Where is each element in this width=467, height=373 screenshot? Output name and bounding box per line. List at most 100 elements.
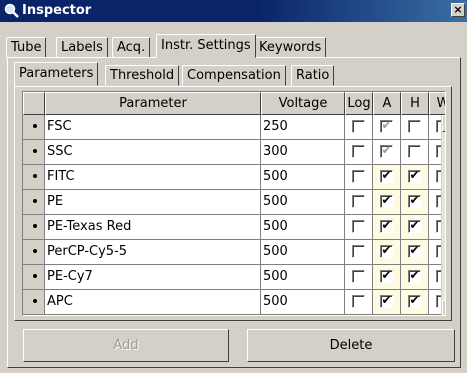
a-checkbox-cell[interactable]: ✔ (373, 240, 401, 265)
a-checkbox[interactable]: ✔ (379, 268, 393, 283)
log-checkbox[interactable] (351, 220, 365, 233)
voltage-cell[interactable]: 250 (261, 115, 345, 140)
row-selector[interactable] (23, 115, 45, 140)
h-checkbox[interactable]: ✔ (407, 168, 421, 183)
parameter-cell[interactable]: APC (45, 290, 261, 315)
log-checkbox-cell[interactable] (345, 115, 373, 140)
row-selector[interactable] (23, 265, 45, 290)
parameter-cell[interactable]: SSC (45, 140, 261, 165)
a-checkbox-cell[interactable]: ✔ (373, 165, 401, 190)
voltage-cell[interactable]: 500 (261, 240, 345, 265)
check-icon: ✔ (381, 143, 392, 157)
a-checkbox[interactable]: ✔ (379, 218, 393, 233)
parameter-cell[interactable]: PE-Texas Red (45, 215, 261, 240)
delete-button[interactable]: Delete (247, 329, 455, 362)
h-checkbox-cell[interactable]: ✔ (401, 265, 429, 290)
h-checkbox-cell[interactable] (401, 115, 429, 140)
h-checkbox[interactable] (407, 145, 421, 158)
column-header-a[interactable]: A (373, 92, 401, 115)
a-checkbox-cell[interactable]: ✔ (373, 140, 401, 165)
a-checkbox-cell[interactable]: ✔ (373, 265, 401, 290)
log-checkbox[interactable] (351, 120, 365, 133)
close-button[interactable]: × (451, 3, 465, 17)
vertical-scrollbar[interactable]: ▲ ▼ (441, 115, 445, 315)
column-header-parameter[interactable]: Parameter (45, 92, 261, 115)
a-checkbox[interactable]: ✔ (379, 293, 393, 308)
h-checkbox-cell[interactable]: ✔ (401, 190, 429, 215)
a-checkbox-cell[interactable]: ✔ (373, 190, 401, 215)
h-checkbox-cell[interactable]: ✔ (401, 240, 429, 265)
h-checkbox[interactable]: ✔ (407, 268, 421, 283)
row-marker-icon (33, 224, 37, 228)
row-marker-icon (33, 124, 37, 128)
scroll-up-button[interactable]: ▲ (442, 115, 445, 132)
log-checkbox-cell[interactable] (345, 240, 373, 265)
a-checkbox[interactable]: ✔ (379, 143, 393, 158)
log-checkbox-cell[interactable] (345, 190, 373, 215)
column-header-h[interactable]: H (401, 92, 429, 115)
log-checkbox[interactable] (351, 270, 365, 283)
h-checkbox-cell[interactable] (401, 140, 429, 165)
voltage-cell[interactable]: 500 (261, 190, 345, 215)
h-checkbox[interactable] (407, 120, 421, 133)
title-bar[interactable]: Inspector × (0, 0, 467, 22)
a-checkbox[interactable]: ✔ (379, 243, 393, 258)
h-checkbox[interactable]: ✔ (407, 218, 421, 233)
a-checkbox-cell[interactable]: ✔ (373, 290, 401, 315)
h-checkbox-cell[interactable]: ✔ (401, 215, 429, 240)
a-checkbox[interactable]: ✔ (379, 168, 393, 183)
voltage-cell[interactable]: 500 (261, 165, 345, 190)
column-header-w[interactable]: W (429, 92, 445, 115)
log-checkbox-cell[interactable] (345, 165, 373, 190)
row-selector[interactable] (23, 140, 45, 165)
row-selector[interactable] (23, 240, 45, 265)
a-checkbox[interactable]: ✔ (379, 118, 393, 133)
h-checkbox-cell[interactable]: ✔ (401, 290, 429, 315)
h-checkbox[interactable]: ✔ (407, 243, 421, 258)
row-selector[interactable] (23, 290, 45, 315)
a-checkbox-cell[interactable]: ✔ (373, 215, 401, 240)
subtab-compensation[interactable]: Compensation (182, 65, 286, 86)
column-header-voltage[interactable]: Voltage (261, 92, 345, 115)
row-selector[interactable] (23, 190, 45, 215)
tab-tube[interactable]: Tube (6, 37, 47, 58)
parameter-cell[interactable]: FSC (45, 115, 261, 140)
log-checkbox[interactable] (351, 170, 365, 183)
parameter-cell[interactable]: FITC (45, 165, 261, 190)
a-checkbox[interactable]: ✔ (379, 193, 393, 208)
column-header-log[interactable]: Log (345, 92, 373, 115)
scroll-down-button[interactable]: ▼ (442, 300, 445, 315)
check-icon: ✔ (381, 293, 392, 307)
parameter-cell[interactable]: PE (45, 190, 261, 215)
tab-labels[interactable]: Labels (56, 37, 108, 58)
h-checkbox[interactable]: ✔ (407, 293, 421, 308)
row-selector[interactable] (23, 165, 45, 190)
parameter-cell[interactable]: PE-Cy7 (45, 265, 261, 290)
subtab-ratio[interactable]: Ratio (291, 65, 335, 86)
voltage-cell[interactable]: 500 (261, 290, 345, 315)
row-selector[interactable] (23, 215, 45, 240)
log-checkbox[interactable] (351, 245, 365, 258)
row-marker-icon (33, 249, 37, 253)
log-checkbox[interactable] (351, 295, 365, 308)
add-button[interactable]: Add (23, 329, 229, 362)
log-checkbox-cell[interactable] (345, 215, 373, 240)
log-checkbox-cell[interactable] (345, 290, 373, 315)
voltage-cell[interactable]: 500 (261, 265, 345, 290)
tab-keywords[interactable]: Keywords (254, 37, 327, 58)
subtab-threshold[interactable]: Threshold (105, 65, 180, 86)
tab-acq[interactable]: Acq. (112, 37, 151, 58)
log-checkbox-cell[interactable] (345, 265, 373, 290)
subtab-parameters[interactable]: Parameters (14, 62, 99, 86)
check-icon: ✔ (381, 268, 392, 282)
tab-instr-settings[interactable]: Instr. Settings (156, 34, 256, 58)
voltage-cell[interactable]: 300 (261, 140, 345, 165)
log-checkbox[interactable] (351, 145, 365, 158)
voltage-cell[interactable]: 500 (261, 215, 345, 240)
parameter-cell[interactable]: PerCP-Cy5-5 (45, 240, 261, 265)
h-checkbox[interactable]: ✔ (407, 193, 421, 208)
a-checkbox-cell[interactable]: ✔ (373, 115, 401, 140)
log-checkbox[interactable] (351, 195, 365, 208)
h-checkbox-cell[interactable]: ✔ (401, 165, 429, 190)
log-checkbox-cell[interactable] (345, 140, 373, 165)
